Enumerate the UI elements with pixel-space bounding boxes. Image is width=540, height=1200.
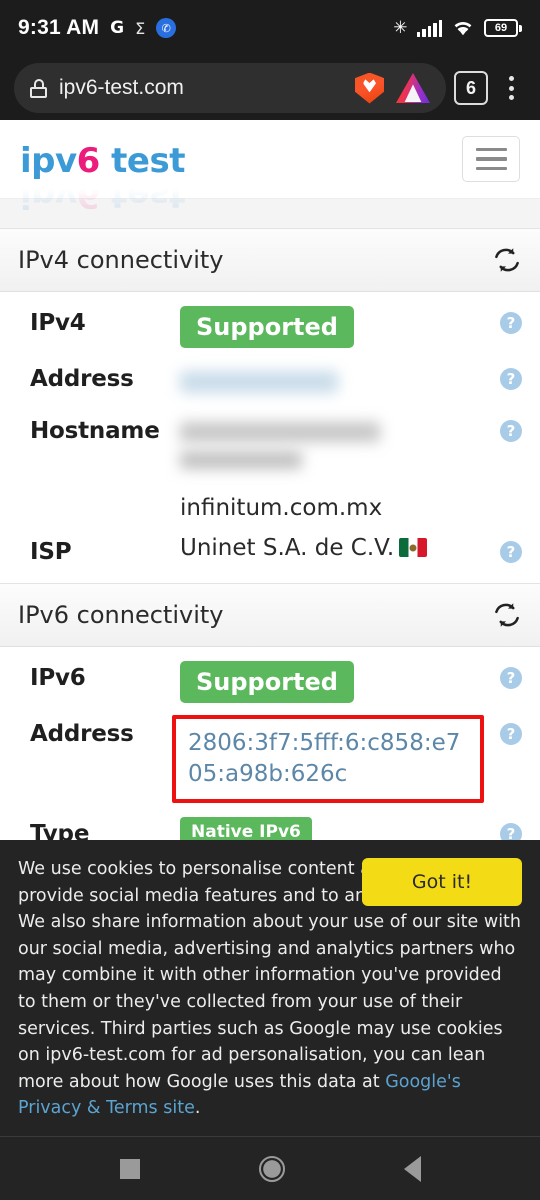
status-badge: Supported (180, 661, 354, 703)
help-icon[interactable]: ? (500, 420, 522, 442)
mexico-flag-icon (399, 538, 428, 557)
status-clock: 9:31 AM (18, 16, 100, 39)
help-icon[interactable]: ? (500, 667, 522, 689)
cellular-signal-icon (416, 19, 442, 37)
status-bar-right: ✳ 69 (393, 18, 522, 39)
row-help[interactable]: ? (492, 533, 522, 563)
cookie-banner-inner: Got it! We use cookies to personalise co… (18, 856, 522, 1122)
row-value: infinitum.com.mx (180, 412, 492, 521)
browser-toolbar: ipv6-test.com 6 (0, 56, 540, 120)
google-notification-icon: G (110, 18, 125, 38)
phone-notification-icon: ✆ (156, 18, 177, 38)
status-bar: 9:31 AM G Σ ✆ ✳ 69 (0, 0, 540, 56)
tab-count-button[interactable]: 6 (454, 71, 488, 105)
redacted-ipv4-address (180, 371, 338, 393)
cookie-consent-banner: Got it! We use cookies to personalise co… (0, 840, 540, 1136)
row-help[interactable]: ? (492, 659, 522, 689)
status-bar-left: 9:31 AM G Σ ✆ (18, 16, 393, 40)
row-value: 2806:3f7:5fff:6:c858:e705:a98b:626c (172, 715, 492, 804)
section-header-ipv6: IPv6 connectivity (0, 583, 540, 647)
row-ipv4-support: IPv4 Supported ? (0, 298, 540, 354)
brave-lion-icon[interactable] (355, 72, 384, 104)
row-label: IPv4 (30, 310, 86, 336)
row-ipv4-isp: ISP Uninet S.A. de C.V. ? (0, 527, 540, 579)
address-bar[interactable]: ipv6-test.com (14, 63, 446, 113)
ipv6-address-highlight-box: 2806:3f7:5fff:6:c858:e705:a98b:626c (172, 715, 484, 804)
row-value (180, 360, 492, 393)
row-label: IPv6 (30, 665, 86, 691)
sigma-notification-icon: Σ (135, 18, 146, 38)
row-value: Supported (180, 304, 492, 348)
brave-rewards-triangle-icon[interactable] (396, 73, 430, 103)
site-logo-text: ipv6 test (20, 141, 185, 181)
row-help[interactable]: ? (492, 304, 522, 334)
row-ipv4-hostname: Hostname infinitum.com.mx ? (0, 406, 540, 527)
phone-screen: 9:31 AM G Σ ✆ ✳ 69 ipv6-test.com 6 ipv6 … (0, 0, 540, 1200)
section-title-ipv4: IPv4 connectivity (18, 246, 224, 274)
status-badge: Supported (180, 306, 354, 348)
hostname-domain: infinitum.com.mx (180, 495, 383, 521)
help-icon[interactable]: ? (500, 541, 522, 563)
row-help[interactable]: ? (492, 715, 522, 745)
battery-level: 69 (494, 22, 508, 34)
battery-icon: 69 (484, 19, 522, 37)
ipv6-address-value[interactable]: 2806:3f7:5fff:6:c858:e705:a98b:626c (188, 730, 460, 787)
refresh-icon[interactable] (492, 600, 522, 630)
header-spacer (0, 198, 540, 228)
back-icon[interactable] (403, 1155, 421, 1182)
bluetooth-icon: ✳ (393, 18, 408, 37)
rows-ipv4: IPv4 Supported ? Address ? Hostname infi (0, 292, 540, 583)
row-ipv6-support: IPv6 Supported ? (0, 653, 540, 709)
row-label: Hostname (30, 418, 160, 444)
redacted-hostname-line1 (180, 422, 380, 442)
refresh-icon[interactable] (492, 245, 522, 275)
site-logo[interactable]: ipv6 test ipv6 test (20, 137, 185, 215)
logo-part-ipv: ipv (20, 141, 77, 181)
section-header-ipv4: IPv4 connectivity (0, 228, 540, 292)
site-header: ipv6 test ipv6 test (0, 120, 540, 215)
section-title-ipv6: IPv6 connectivity (18, 601, 224, 629)
wifi-icon (451, 18, 475, 39)
row-label: Address (30, 366, 134, 392)
row-help[interactable]: ? (492, 360, 522, 390)
row-ipv4-address: Address ? (0, 354, 540, 406)
row-help[interactable]: ? (492, 412, 522, 442)
logo-part-6: 6 (76, 141, 101, 181)
home-icon[interactable] (258, 1155, 285, 1182)
row-ipv6-address: Address 2806:3f7:5fff:6:c858:e705:a98b:6… (0, 709, 540, 809)
row-value: Supported (180, 659, 492, 703)
row-label: Address (30, 721, 134, 747)
logo-part-test: test (99, 141, 185, 181)
hamburger-menu-button[interactable] (462, 136, 520, 182)
help-icon[interactable]: ? (500, 368, 522, 390)
cookie-text-end: . (194, 1098, 201, 1119)
cookie-accept-button[interactable]: Got it! (362, 858, 522, 907)
row-value: Uninet S.A. de C.V. (180, 533, 492, 561)
help-icon[interactable]: ? (500, 723, 522, 745)
row-label: ISP (30, 539, 72, 565)
url-text: ipv6-test.com (59, 76, 184, 99)
isp-name: Uninet S.A. de C.V. (180, 535, 395, 561)
help-icon[interactable]: ? (500, 312, 522, 334)
recent-apps-icon[interactable] (119, 1158, 140, 1179)
three-dot-menu-icon[interactable] (496, 76, 526, 100)
android-nav-bar (0, 1136, 540, 1200)
redacted-hostname-line2 (180, 451, 302, 469)
lock-icon (30, 78, 47, 98)
